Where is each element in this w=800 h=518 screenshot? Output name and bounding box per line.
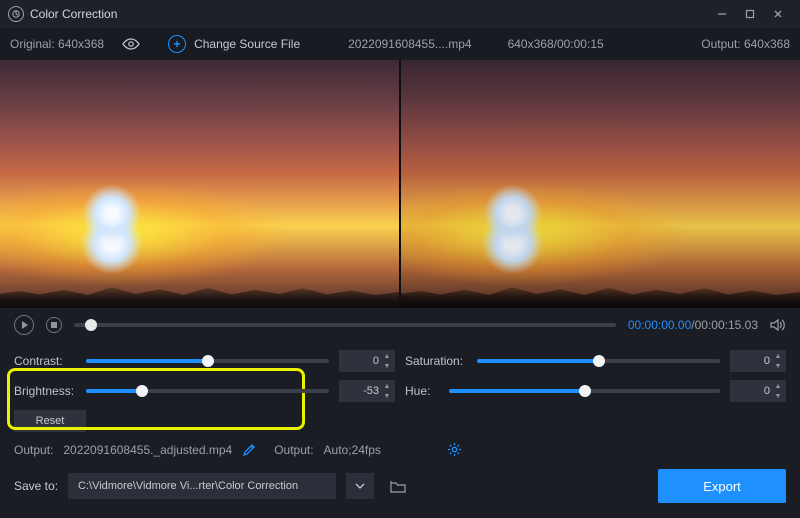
hue-spin-down[interactable]: ▼: [772, 391, 784, 401]
timeline-slider[interactable]: [74, 323, 616, 327]
output-settings-icon[interactable]: [447, 442, 462, 457]
timeline-knob[interactable]: [85, 319, 97, 331]
save-path-input[interactable]: C:\Vidmore\Vidmore Vi...rter\Color Corre…: [68, 473, 336, 499]
brightness-value-input[interactable]: -53 ▲▼: [339, 380, 395, 402]
export-button[interactable]: Export: [658, 469, 786, 503]
stop-button[interactable]: [46, 317, 62, 333]
preview-area: [0, 60, 800, 308]
output-prefix-2: Output:: [274, 443, 313, 457]
duration: 00:00:15.03: [695, 318, 758, 332]
source-file-name: 2022091608455....mp4: [348, 37, 471, 51]
saturation-spin-down[interactable]: ▼: [772, 361, 784, 371]
output-filename: 2022091608455._adjusted.mp4: [63, 443, 232, 457]
volume-icon[interactable]: [770, 318, 786, 332]
preview-output: [401, 60, 800, 308]
contrast-value: 0: [373, 355, 379, 367]
minimize-button[interactable]: [708, 4, 736, 24]
source-dims-duration: 640x368/00:00:15: [508, 37, 604, 51]
preview-toggle-icon[interactable]: [122, 38, 140, 50]
close-button[interactable]: [764, 4, 792, 24]
brightness-spin-down[interactable]: ▼: [381, 391, 393, 401]
contrast-label: Contrast:: [14, 354, 76, 368]
contrast-spin-up[interactable]: ▲: [381, 351, 393, 361]
brightness-label: Brightness:: [14, 384, 76, 398]
output-prefix-1: Output:: [14, 443, 53, 457]
saturation-label: Saturation:: [405, 354, 467, 368]
reset-button[interactable]: Reset: [14, 410, 86, 432]
output-dimensions: Output: 640x368: [701, 37, 790, 51]
contrast-value-input[interactable]: 0 ▲▼: [339, 350, 395, 372]
playback-bar: 00:00:00.00/00:00:15.03: [0, 308, 800, 342]
change-source-button[interactable]: Change Source File: [194, 37, 300, 51]
titlebar: Color Correction: [0, 0, 800, 28]
play-button[interactable]: [14, 315, 34, 335]
save-to-label: Save to:: [14, 479, 58, 493]
contrast-knob[interactable]: [202, 355, 214, 367]
saturation-value-input[interactable]: 0 ▲▼: [730, 350, 786, 372]
save-path-text: C:\Vidmore\Vidmore Vi...rter\Color Corre…: [78, 480, 298, 492]
contrast-spin-down[interactable]: ▼: [381, 361, 393, 371]
preview-original: [0, 60, 399, 308]
app-logo-icon: [8, 6, 24, 22]
window-title: Color Correction: [30, 7, 708, 21]
maximize-button[interactable]: [736, 4, 764, 24]
output-format: Auto;24fps: [324, 443, 381, 457]
hue-value-input[interactable]: 0 ▲▼: [730, 380, 786, 402]
save-row: Save to: C:\Vidmore\Vidmore Vi...rter\Co…: [0, 463, 800, 513]
add-source-icon[interactable]: +: [168, 35, 186, 53]
hue-slider[interactable]: [449, 389, 720, 393]
save-path-dropdown[interactable]: [346, 473, 374, 499]
output-row: Output: 2022091608455._adjusted.mp4 Outp…: [0, 436, 800, 463]
saturation-spin-up[interactable]: ▲: [772, 351, 784, 361]
hue-label: Hue:: [405, 384, 439, 398]
color-controls: Contrast: 0 ▲▼ Saturation: 0 ▲▼ Brightne…: [0, 342, 800, 436]
source-bar: Original: 640x368 + Change Source File 2…: [0, 28, 800, 60]
saturation-value: 0: [764, 355, 770, 367]
current-time: 00:00:00.00: [628, 318, 691, 332]
playback-time: 00:00:00.00/00:00:15.03: [628, 318, 758, 332]
original-dimensions: Original: 640x368: [10, 37, 104, 51]
contrast-slider[interactable]: [86, 359, 329, 363]
open-folder-icon[interactable]: [384, 473, 412, 499]
brightness-value: -53: [363, 385, 379, 397]
saturation-knob[interactable]: [593, 355, 605, 367]
brightness-knob[interactable]: [136, 385, 148, 397]
hue-knob[interactable]: [579, 385, 591, 397]
hue-spin-up[interactable]: ▲: [772, 381, 784, 391]
hue-value: 0: [764, 385, 770, 397]
brightness-slider[interactable]: [86, 389, 329, 393]
edit-filename-icon[interactable]: [242, 443, 256, 457]
brightness-spin-up[interactable]: ▲: [381, 381, 393, 391]
saturation-slider[interactable]: [477, 359, 720, 363]
